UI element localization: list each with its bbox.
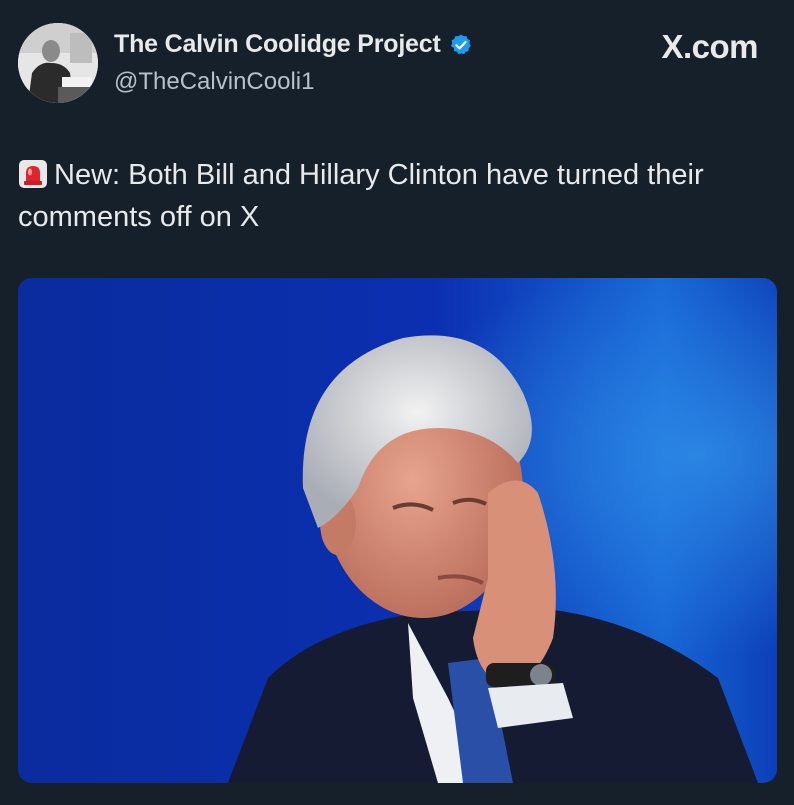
author-name-row: The Calvin Coolidge Project — [114, 30, 473, 59]
photo-man-on-blue-background-icon — [18, 278, 777, 783]
tweet-body: New: Both Bill and Hillary Clinton have … — [18, 159, 704, 233]
author-display-name[interactable]: The Calvin Coolidge Project — [114, 30, 441, 59]
verified-badge-icon — [449, 33, 473, 57]
tweet-photo[interactable] — [18, 278, 777, 783]
avatar[interactable] — [18, 23, 98, 103]
tweet-card: The Calvin Coolidge Project @TheCalvinCo… — [0, 0, 794, 805]
siren-icon — [18, 159, 48, 189]
portrait-avatar-icon — [18, 23, 98, 103]
tweet-text: New: Both Bill and Hillary Clinton have … — [18, 154, 778, 238]
brand-label: X.com — [661, 28, 758, 65]
author-handle[interactable]: @TheCalvinCooli1 — [114, 68, 314, 96]
